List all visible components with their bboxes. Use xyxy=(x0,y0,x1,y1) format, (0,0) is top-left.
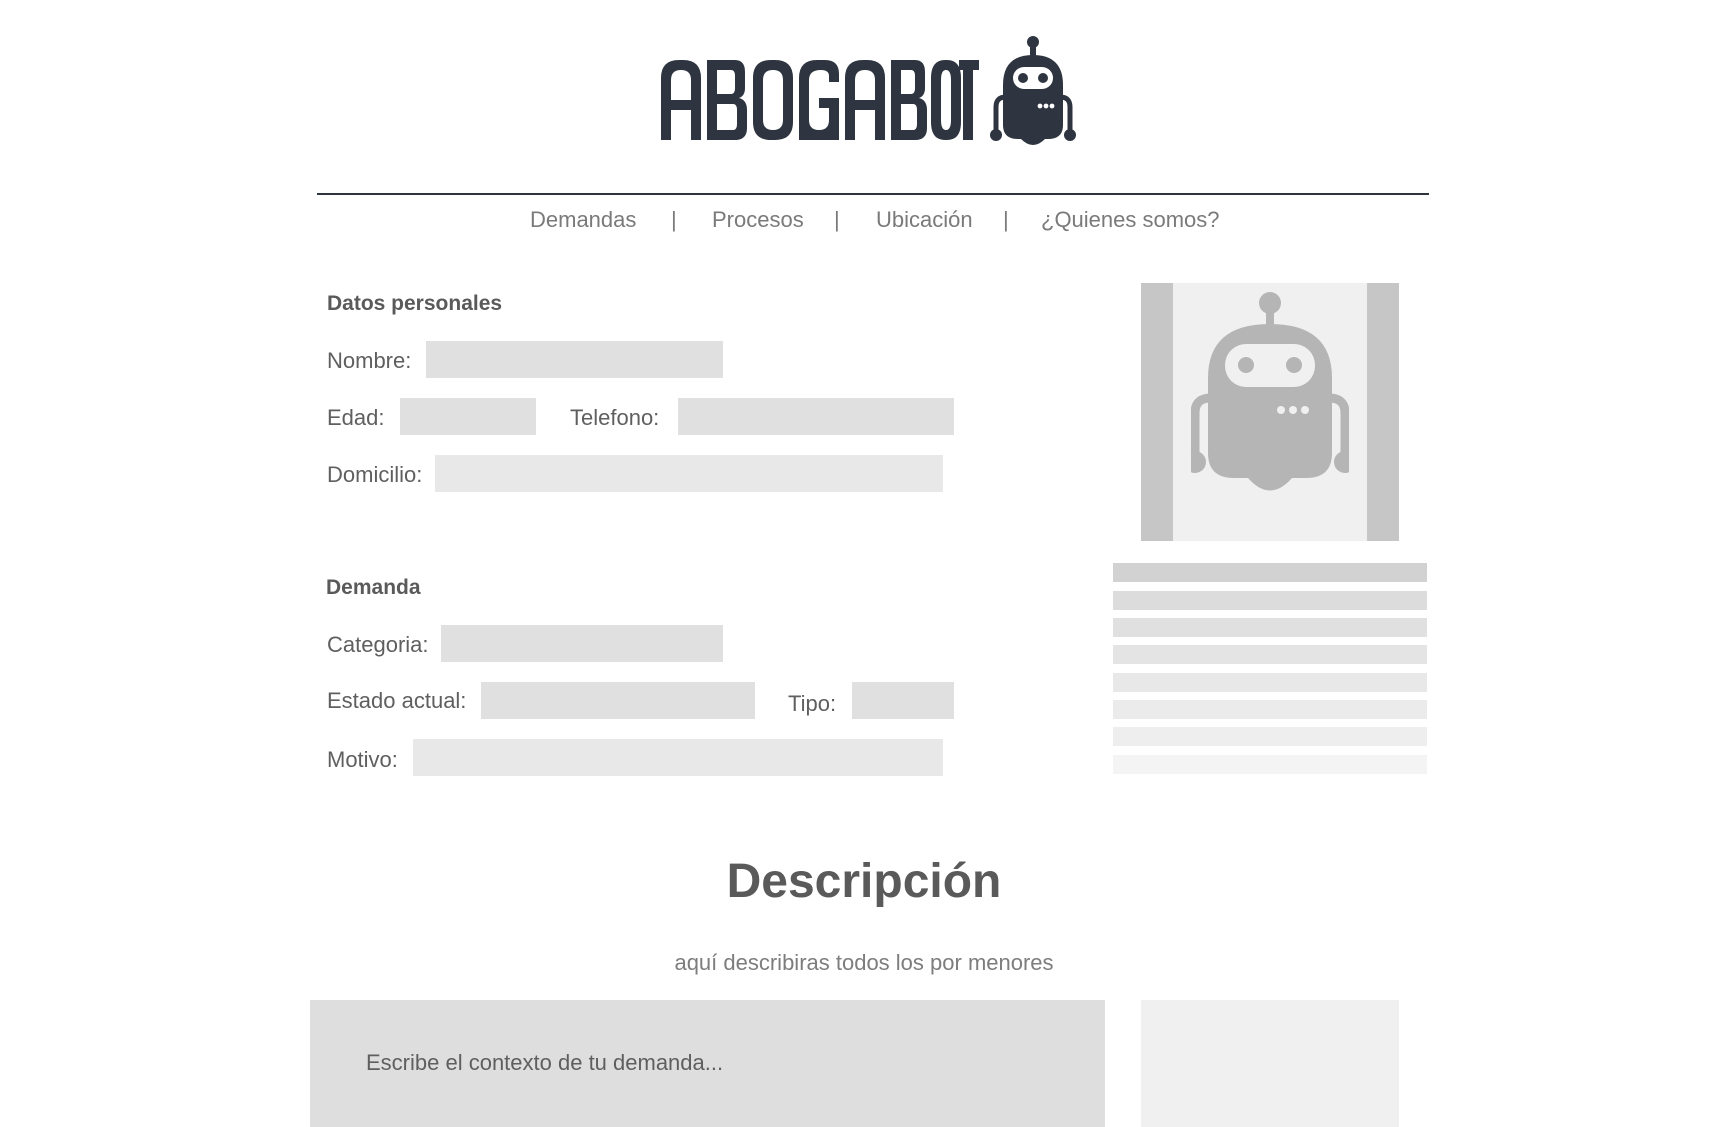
header-divider xyxy=(317,193,1429,195)
description-subtitle: aquí describiras todos los por menores xyxy=(674,950,1054,975)
nav-item-quienes-somos[interactable]: ¿Quienes somos? xyxy=(1041,207,1220,233)
info-placeholder-line xyxy=(1113,673,1427,692)
nav-item-procesos[interactable]: Procesos xyxy=(712,207,804,233)
telefono-label: Telefono: xyxy=(570,405,660,430)
motivo-label: Motivo: xyxy=(327,747,398,772)
info-placeholder-line xyxy=(1113,645,1427,664)
info-placeholder-line xyxy=(1113,563,1427,582)
domicilio-label: Domicilio: xyxy=(327,462,423,487)
edad-label: Edad: xyxy=(327,405,385,430)
info-placeholder-line xyxy=(1113,591,1427,610)
estado-actual-input[interactable] xyxy=(481,682,755,719)
estado-actual-label: Estado actual: xyxy=(327,688,467,713)
logo-wordmark xyxy=(661,60,979,140)
nombre-input[interactable] xyxy=(426,341,723,378)
nav-separator: | xyxy=(834,207,840,232)
telefono-input[interactable] xyxy=(678,398,954,435)
categoria-label: Categoria: xyxy=(327,632,429,657)
profile-photo-placeholder xyxy=(1141,283,1399,541)
nombre-label: Nombre: xyxy=(327,348,412,373)
description-title: Descripción xyxy=(726,855,1002,908)
motivo-input[interactable] xyxy=(413,739,943,776)
section-title-demanda: Demanda xyxy=(326,576,421,599)
nav-separator: | xyxy=(1003,207,1009,232)
info-placeholder-line xyxy=(1113,727,1427,746)
info-placeholder-line xyxy=(1113,755,1427,774)
description-textarea[interactable] xyxy=(310,1000,1105,1127)
edad-input[interactable] xyxy=(400,398,536,435)
domicilio-input[interactable] xyxy=(435,455,943,492)
nav-item-ubicacion[interactable]: Ubicación xyxy=(876,207,973,233)
tipo-input[interactable] xyxy=(852,682,954,719)
tipo-label: Tipo: xyxy=(788,691,837,716)
robot-icon xyxy=(1191,292,1349,491)
nav-separator: | xyxy=(671,207,677,232)
categoria-input[interactable] xyxy=(441,625,723,662)
section-title-personal: Datos personales xyxy=(327,292,503,315)
info-placeholder-line xyxy=(1113,618,1427,637)
side-placeholder-box xyxy=(1141,1000,1399,1127)
photo-side-bar xyxy=(1141,283,1173,541)
info-placeholder-line xyxy=(1113,700,1427,719)
nav-item-demandas[interactable]: Demandas xyxy=(530,207,636,233)
robot-icon xyxy=(990,36,1076,145)
photo-side-bar xyxy=(1367,283,1399,541)
main-nav: Demandas | Procesos | Ubicación | ¿Quien… xyxy=(317,207,1429,241)
